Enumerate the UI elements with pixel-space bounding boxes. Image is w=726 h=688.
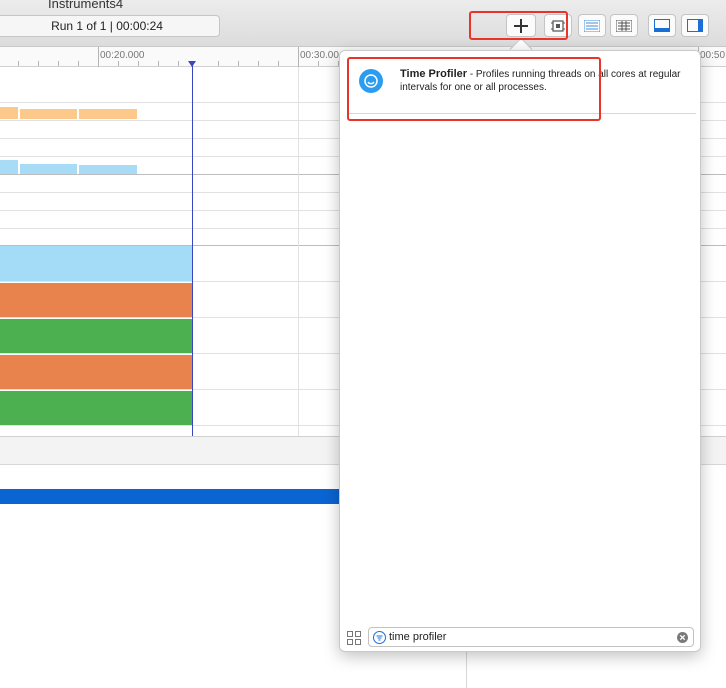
ruler-tick — [318, 61, 319, 66]
track-fill-orange — [0, 283, 192, 317]
ruler-tick — [18, 61, 19, 66]
activity-bar — [0, 160, 18, 174]
detail-view-button[interactable] — [610, 14, 638, 37]
activity-bar — [79, 109, 137, 119]
ruler-label: 00:20.000 — [100, 50, 145, 61]
ruler-tick — [238, 61, 239, 66]
track-fill-green — [0, 319, 192, 353]
track-fill-green — [0, 391, 192, 425]
library-search-field[interactable]: time profiler — [368, 627, 694, 647]
ruler-tick — [178, 61, 179, 66]
bottom-panel-toggle[interactable] — [648, 14, 676, 37]
track-fill-orange — [0, 355, 192, 389]
ruler-major-tick — [98, 47, 99, 67]
grid-view-icon[interactable] — [347, 631, 361, 645]
ruler-label: 00:50 — [700, 50, 726, 61]
right-panel-icon — [687, 19, 703, 32]
track-fill-blue — [0, 246, 192, 281]
bottom-panel-icon — [654, 19, 670, 32]
search-text[interactable]: time profiler — [389, 628, 446, 646]
activity-bar — [20, 109, 77, 119]
filter-icon — [373, 631, 386, 644]
title-bar: Instruments4 Run 1 of 1 | 00:00:24 — [0, 0, 726, 47]
timeline-gridline — [298, 67, 299, 436]
ruler-tick — [138, 61, 139, 66]
ruler-tick — [218, 61, 219, 66]
window-title: Instruments4 — [48, 0, 124, 11]
activity-bar — [20, 164, 77, 174]
ruler-tick — [278, 61, 279, 66]
instrument-library-popover: Time Profiler - Profiles running threads… — [339, 50, 701, 652]
right-panel-toggle[interactable] — [681, 14, 709, 37]
activity-bar — [0, 107, 18, 119]
annotation-highlight — [469, 11, 568, 40]
ruler-major-tick — [298, 47, 299, 67]
ruler-tick — [158, 61, 159, 66]
ruler-tick — [258, 61, 259, 66]
annotation-highlight — [347, 57, 601, 121]
ruler-tick — [38, 61, 39, 66]
ruler-tick — [78, 61, 79, 66]
ruler-label: 00:30.00 — [300, 50, 339, 61]
list-icon — [584, 19, 600, 32]
playhead[interactable] — [192, 62, 193, 436]
list-view-button[interactable] — [578, 14, 606, 37]
clear-search-icon[interactable] — [677, 632, 688, 643]
run-info-display[interactable]: Run 1 of 1 | 00:00:24 — [0, 15, 220, 37]
ruler-tick — [118, 61, 119, 66]
activity-bar — [79, 165, 137, 174]
ruler-tick — [58, 61, 59, 66]
table-icon — [616, 19, 632, 32]
